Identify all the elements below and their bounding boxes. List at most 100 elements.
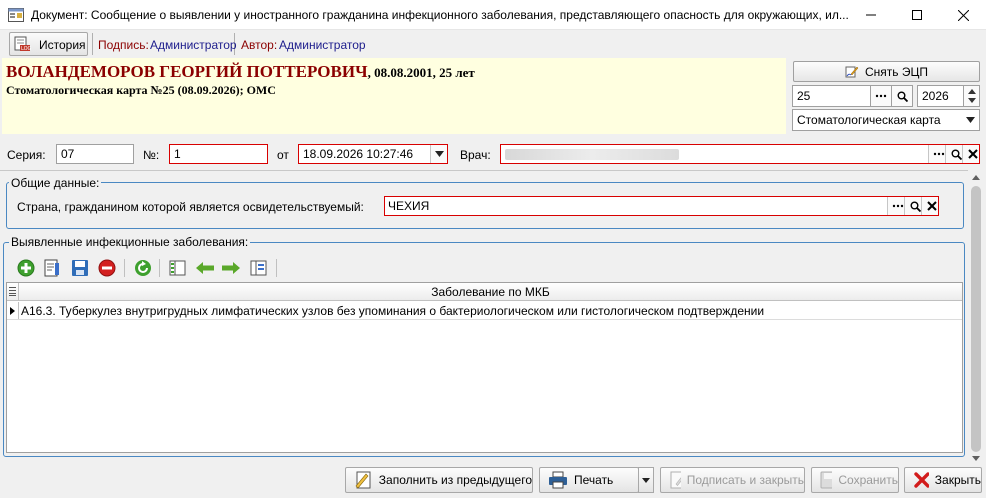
- columns-button[interactable]: [168, 258, 188, 278]
- move-right-button[interactable]: [221, 258, 241, 278]
- column-header-mkb[interactable]: Заболевание по МКБ: [19, 285, 962, 299]
- scroll-up-icon[interactable]: [972, 175, 980, 180]
- arrow-left-icon: [196, 262, 214, 274]
- country-input[interactable]: ЧЕХИЯ: [384, 196, 939, 216]
- close-icon: [957, 9, 969, 21]
- print-button[interactable]: Печать: [539, 467, 639, 493]
- vertical-scrollbar[interactable]: [968, 170, 984, 464]
- close-window-button[interactable]: [940, 0, 986, 30]
- layout-button[interactable]: [249, 258, 269, 278]
- date-value: 18.09.2026 10:27:46: [303, 147, 414, 161]
- date-dropdown-button[interactable]: [430, 145, 447, 163]
- doctor-clear-button[interactable]: [962, 145, 979, 163]
- card-search-button[interactable]: [891, 85, 913, 107]
- patient-name-line: ВОЛАНДЕМОРОВ ГЕОРГИЙ ПОТТЕРОВИЧ, 08.08.2…: [6, 62, 475, 82]
- document-app-icon: [8, 8, 24, 22]
- card-type-value: Стоматологическая карта: [797, 113, 941, 127]
- doctor-name-redacted: [505, 149, 679, 160]
- maximize-button[interactable]: [894, 0, 940, 30]
- svg-text:LOG: LOG: [21, 46, 31, 52]
- add-row-button[interactable]: [16, 258, 36, 278]
- search-icon: [910, 201, 921, 212]
- chevron-down-icon: [434, 151, 444, 157]
- patient-card: Стоматологическая карта №25 (08.09.2026)…: [6, 83, 276, 97]
- spin-up-icon: [968, 89, 976, 94]
- ellipsis-icon: [892, 204, 904, 208]
- save-row-button[interactable]: [70, 258, 90, 278]
- grid-menu-icon: [9, 287, 16, 296]
- ellipsis-icon: [875, 94, 887, 98]
- card-year-field[interactable]: 2026: [917, 85, 965, 107]
- clear-x-icon: [968, 149, 978, 159]
- year-spinner[interactable]: [963, 85, 980, 107]
- window-title: Документ: Сообщение о выявлении у иностр…: [31, 8, 849, 22]
- series-value: 07: [61, 147, 75, 161]
- print-options-dropdown[interactable]: [638, 467, 654, 493]
- series-input[interactable]: 07: [56, 144, 134, 164]
- scroll-down-icon[interactable]: [972, 456, 980, 461]
- save-disk-icon: [820, 471, 833, 489]
- patient-info-panel: ВОЛАНДЕМОРОВ ГЕОРГИЙ ПОТТЕРОВИЧ, 08.08.2…: [2, 58, 786, 134]
- sign-and-close-button[interactable]: Подписать и закрыть: [660, 467, 805, 493]
- delete-icon: [98, 259, 116, 277]
- save-button[interactable]: Сохранить: [811, 467, 899, 493]
- scrollbar-thumb[interactable]: [971, 186, 981, 452]
- remove-signature-label: Снять ЭЦП: [865, 64, 928, 79]
- search-icon: [897, 91, 908, 102]
- fill-document-icon: [355, 471, 371, 489]
- table-cell-disease: A16.3. Туберкулез внутригрудных лимфатич…: [21, 304, 765, 318]
- grid-toolbar-separator: [124, 259, 125, 277]
- row-indicator: [7, 302, 19, 319]
- fill-from-previous-label: Заполнить из предыдущего: [378, 473, 532, 487]
- move-left-button[interactable]: [195, 258, 215, 278]
- sign-document-icon: [670, 471, 681, 489]
- sign-and-close-label: Подписать и закрыть: [686, 473, 804, 487]
- section-divider: [0, 170, 968, 171]
- print-label: Печать: [574, 473, 614, 487]
- table-row[interactable]: A16.3. Туберкулез внутригрудных лимфатич…: [7, 302, 962, 320]
- arrow-right-icon: [222, 262, 240, 274]
- refresh-button[interactable]: [133, 258, 153, 278]
- series-label: Серия:: [7, 148, 46, 162]
- add-icon: [17, 259, 35, 277]
- chevron-down-icon: [642, 477, 650, 483]
- number-input[interactable]: 1: [169, 144, 268, 164]
- author-value: Администратор: [279, 38, 366, 52]
- fill-from-previous-button[interactable]: Заполнить из предыдущего: [345, 467, 533, 493]
- row-pointer-icon: [10, 306, 15, 315]
- diseases-grid: Заболевание по МКБ A16.3. Туберкулез вну…: [6, 282, 963, 453]
- history-button[interactable]: LOG История: [9, 32, 88, 56]
- card-browse-button[interactable]: [870, 85, 892, 107]
- search-icon: [951, 149, 962, 160]
- general-data-title: Общие данные:: [9, 176, 102, 190]
- edit-document-icon: [44, 259, 59, 277]
- delete-row-button[interactable]: [97, 258, 117, 278]
- minimize-button[interactable]: [848, 0, 894, 30]
- grid-toolbar-separator: [276, 259, 277, 277]
- signature-stamp-icon: [845, 66, 859, 77]
- date-input[interactable]: 18.09.2026 10:27:46: [298, 144, 448, 164]
- remove-signature-button[interactable]: Снять ЭЦП: [793, 61, 980, 82]
- grid-options-button[interactable]: [7, 283, 19, 300]
- card-number-field[interactable]: 25: [792, 85, 872, 107]
- date-label: от: [277, 148, 289, 162]
- author-label: Автор:: [241, 38, 278, 52]
- country-clear-button[interactable]: [921, 197, 938, 215]
- close-button[interactable]: Закрыть: [904, 467, 982, 493]
- minimize-icon: [866, 14, 876, 16]
- country-label: Страна, гражданином которой является осв…: [17, 200, 364, 214]
- ellipsis-icon: [933, 152, 945, 156]
- close-label: Закрыть: [934, 473, 981, 487]
- card-number-value: 25: [797, 89, 811, 103]
- patient-dob: , 08.08.2001, 25 лет: [367, 65, 475, 80]
- doctor-input[interactable]: [500, 144, 980, 164]
- card-year-value: 2026: [922, 89, 949, 103]
- country-value: ЧЕХИЯ: [388, 199, 430, 213]
- edit-row-button[interactable]: [42, 258, 62, 278]
- save-disk-icon: [72, 260, 88, 276]
- maximize-icon: [912, 10, 922, 20]
- title-bar: Документ: Сообщение о выявлении у иностр…: [0, 0, 986, 30]
- toolbar-separator: [92, 33, 93, 55]
- patient-name: ВОЛАНДЕМОРОВ ГЕОРГИЙ ПОТТЕРОВИЧ: [6, 62, 368, 81]
- card-type-select[interactable]: Стоматологическая карта: [792, 109, 980, 131]
